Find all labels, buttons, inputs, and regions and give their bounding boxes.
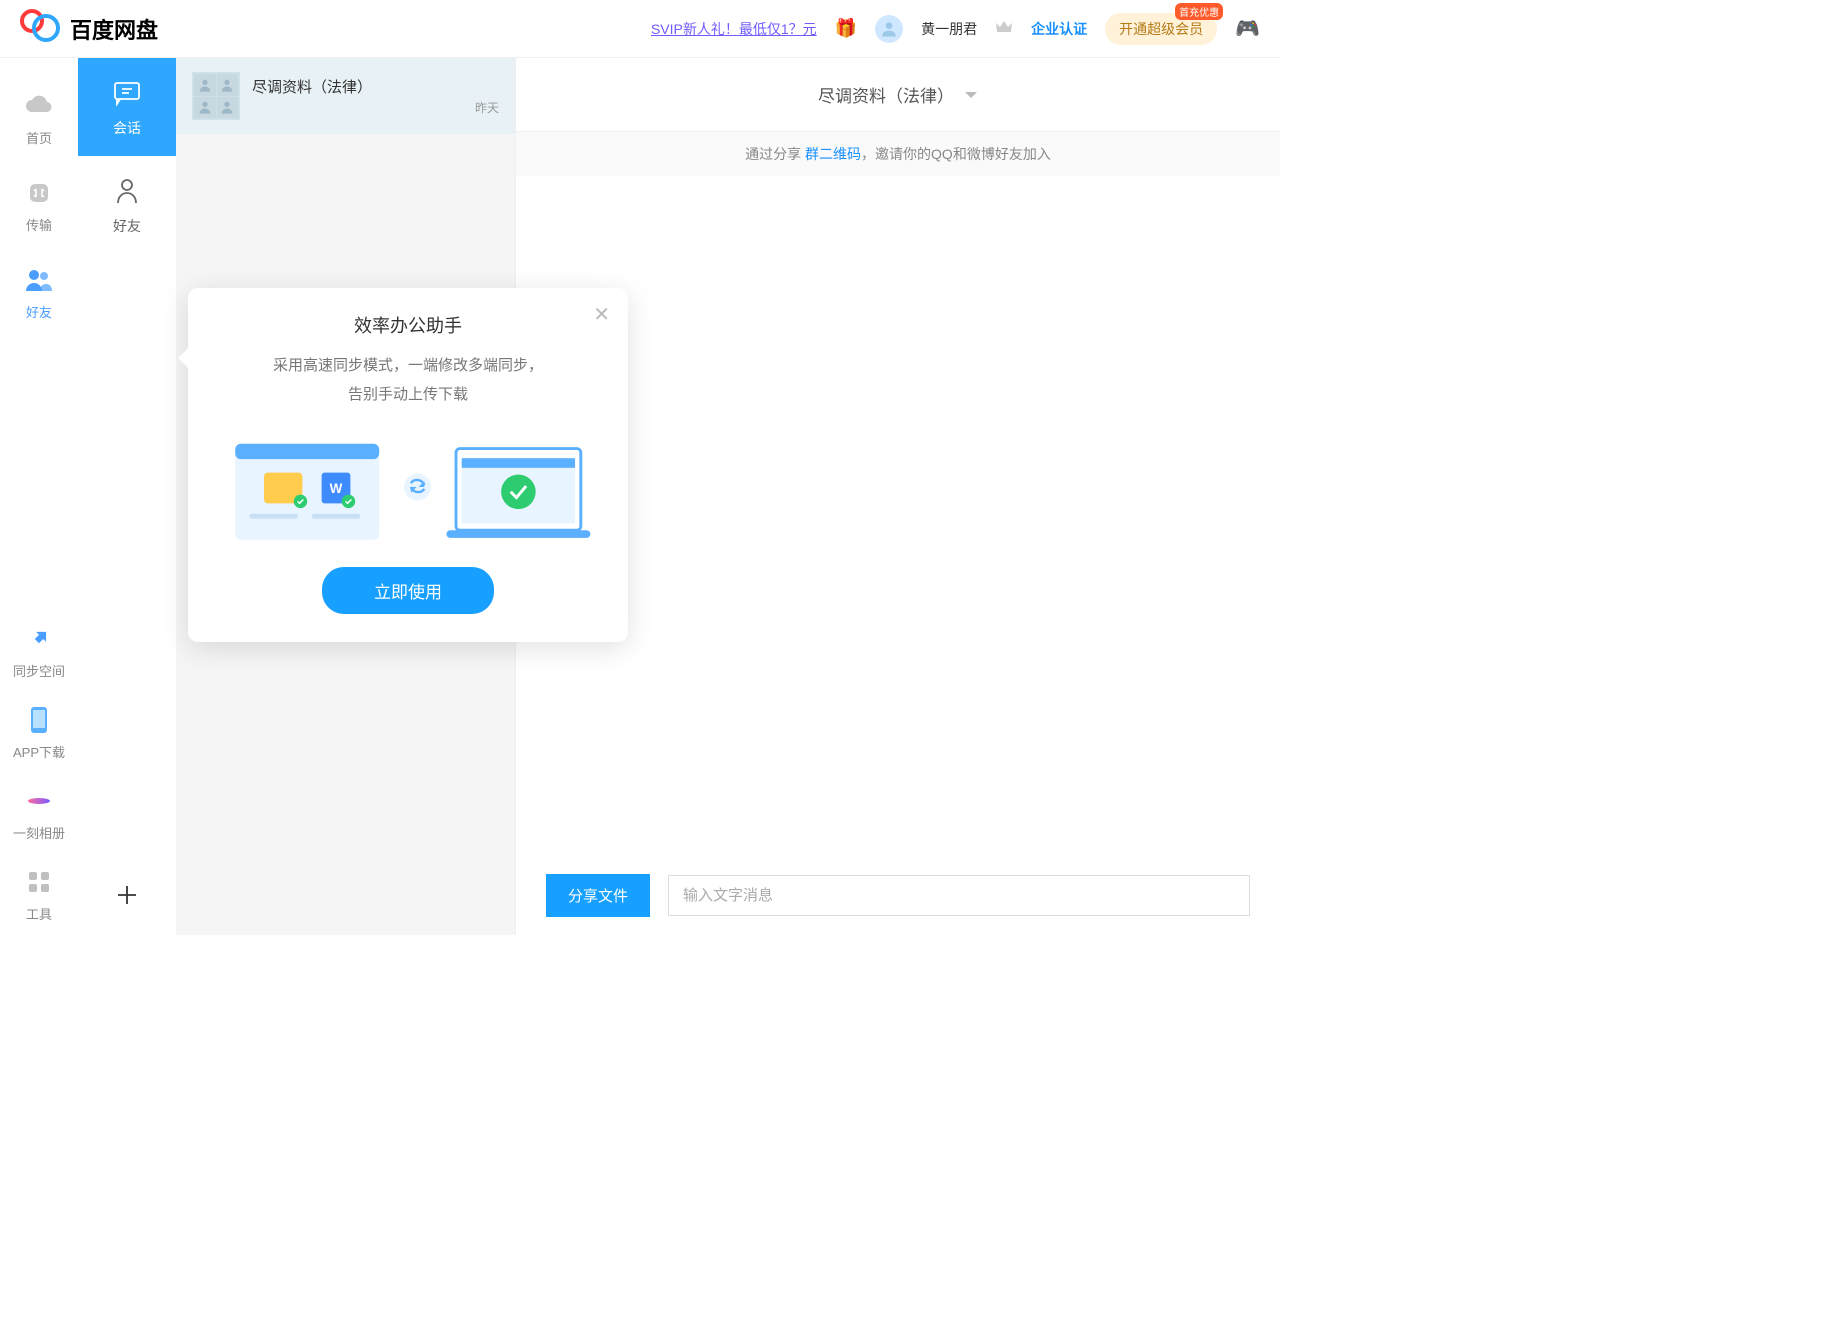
chat-input-row: 分享文件 xyxy=(516,858,1280,935)
nav-sync[interactable]: 同步空间 xyxy=(0,611,78,692)
nav-friends[interactable]: 好友 xyxy=(0,252,78,333)
chat-icon xyxy=(110,76,144,110)
chat-messages-area xyxy=(516,176,1280,858)
group-avatar-icon xyxy=(192,72,240,120)
tab-friends-label: 好友 xyxy=(113,216,141,236)
conversation-list: 尽调资料（法律） 昨天 ✕ 效率办公助手 采用高速同步模式，一端修改多端同步， … xyxy=(176,58,516,935)
popover-illustration: W xyxy=(216,427,600,547)
nav-app-download[interactable]: APP下载 xyxy=(0,692,78,773)
qrcode-link[interactable]: 群二维码 xyxy=(805,146,861,162)
popover-arrow xyxy=(178,348,188,368)
sync-promo-popover: ✕ 效率办公助手 采用高速同步模式，一端修改多端同步， 告别手动上传下载 xyxy=(188,288,628,642)
message-input[interactable] xyxy=(668,875,1250,916)
cloud-icon xyxy=(23,90,55,122)
conversation-title: 尽调资料（法律） xyxy=(252,76,499,97)
primary-sidebar: 首页 传输 好友 同步空间 xyxy=(0,58,78,935)
popover-description: 采用高速同步模式，一端修改多端同步， 告别手动上传下载 xyxy=(208,352,608,409)
app-title: 百度网盘 xyxy=(70,13,158,45)
gamepad-icon[interactable]: 🎮 xyxy=(1235,16,1260,41)
chat-panel: 尽调资料（法律） 通过分享 群二维码，邀请你的QQ和微博好友加入 分享文件 xyxy=(516,58,1280,935)
tabs-sidebar: 会话 好友 xyxy=(78,58,176,935)
username-label[interactable]: 黄一朋君 xyxy=(921,19,977,39)
album-icon xyxy=(23,785,55,817)
nav-album[interactable]: 一刻相册 xyxy=(0,773,78,854)
phone-icon xyxy=(23,704,55,736)
gift-icon[interactable]: 🎁 xyxy=(835,18,857,39)
tools-icon xyxy=(23,866,55,898)
nav-home[interactable]: 首页 xyxy=(0,78,78,159)
share-file-button[interactable]: 分享文件 xyxy=(546,874,650,917)
nav-tools[interactable]: 工具 xyxy=(0,854,78,935)
svg-text:W: W xyxy=(330,481,343,496)
app-logo[interactable]: 百度网盘 xyxy=(20,8,158,49)
nav-home-label: 首页 xyxy=(26,128,52,147)
popover-title: 效率办公助手 xyxy=(208,312,608,338)
nav-tools-label: 工具 xyxy=(26,904,52,923)
nav-sync-label: 同步空间 xyxy=(13,661,65,680)
person-icon xyxy=(110,174,144,208)
chevron-down-icon xyxy=(964,85,978,105)
popover-cta-button[interactable]: 立即使用 xyxy=(322,567,494,614)
tab-conversations-label: 会话 xyxy=(113,118,141,138)
enterprise-link[interactable]: 企业认证 xyxy=(1031,19,1087,39)
close-icon[interactable]: ✕ xyxy=(593,302,610,327)
nav-transfer-label: 传输 xyxy=(26,215,52,234)
open-svip-button[interactable]: 开通超级会员 首充优惠 xyxy=(1105,13,1217,45)
add-button[interactable] xyxy=(114,862,140,935)
svip-promo-link[interactable]: SVIP新人礼！最低仅1？元 xyxy=(651,19,817,39)
conversation-time: 昨天 xyxy=(475,99,499,116)
tab-conversations[interactable]: 会话 xyxy=(78,58,176,156)
svip-pill-label: 开通超级会员 xyxy=(1119,21,1203,37)
user-avatar[interactable] xyxy=(875,15,903,43)
logo-icon xyxy=(20,8,60,49)
tab-friends[interactable]: 好友 xyxy=(78,156,176,254)
nav-transfer[interactable]: 传输 xyxy=(0,165,78,246)
sync-icon xyxy=(23,623,55,655)
invite-banner: 通过分享 群二维码，邀请你的QQ和微博好友加入 xyxy=(516,132,1280,176)
nav-app-download-label: APP下载 xyxy=(13,742,65,761)
conversation-item[interactable]: 尽调资料（法律） 昨天 xyxy=(176,58,515,134)
friends-icon xyxy=(23,264,55,296)
app-header: 百度网盘 SVIP新人礼！最低仅1？元 🎁 黄一朋君 企业认证 开通超级会员 首… xyxy=(0,0,1280,58)
nav-friends-label: 好友 xyxy=(26,302,52,321)
chat-title: 尽调资料（法律） xyxy=(818,82,954,107)
chat-header[interactable]: 尽调资料（法律） xyxy=(516,58,1280,132)
nav-album-label: 一刻相册 xyxy=(13,823,65,842)
transfer-icon xyxy=(23,177,55,209)
vip-crown-icon xyxy=(995,20,1013,37)
svip-badge: 首充优惠 xyxy=(1175,3,1223,20)
